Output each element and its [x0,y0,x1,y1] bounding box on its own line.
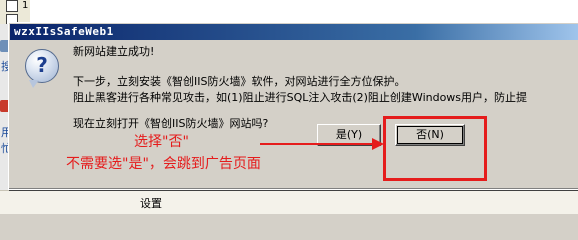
background-bottom-text: 设置 [140,197,162,210]
background-checkbox[interactable] [6,0,18,12]
dialog-message-line-2: 下一步，立刻安装《智创IIS防火墙》软件，对网站进行全方位保护。 [73,75,406,88]
annotation-text-line-1: 选择"否" [134,134,189,150]
dialog-message-line-3: 阻止黑客进行各种常见攻击，如(1)阻止进行SQL注入攻击(2)阻止创建Windo… [73,91,528,104]
question-mark-icon: ? [36,53,48,77]
annotation-highlight-box [383,116,487,181]
background-bottom-bar: 设置 [0,190,578,214]
annotation-arrow-icon [260,138,384,150]
dialog-message-line-1: 新网站建立成功! [73,45,155,58]
dialog-titlebar[interactable]: wzxIIsSafeWeb1 [10,24,578,40]
dialog-title: wzxIIsSafeWeb1 [14,25,114,38]
question-icon: ? [25,49,59,88]
background-checkbox-label: 1 [22,0,29,11]
annotation-text-line-2: 不需要选"是"，会跳到广告页面 [66,156,261,172]
dialog-message-line-4: 现在立刻打开《智创IIS防火墙》网站吗? [73,117,269,130]
